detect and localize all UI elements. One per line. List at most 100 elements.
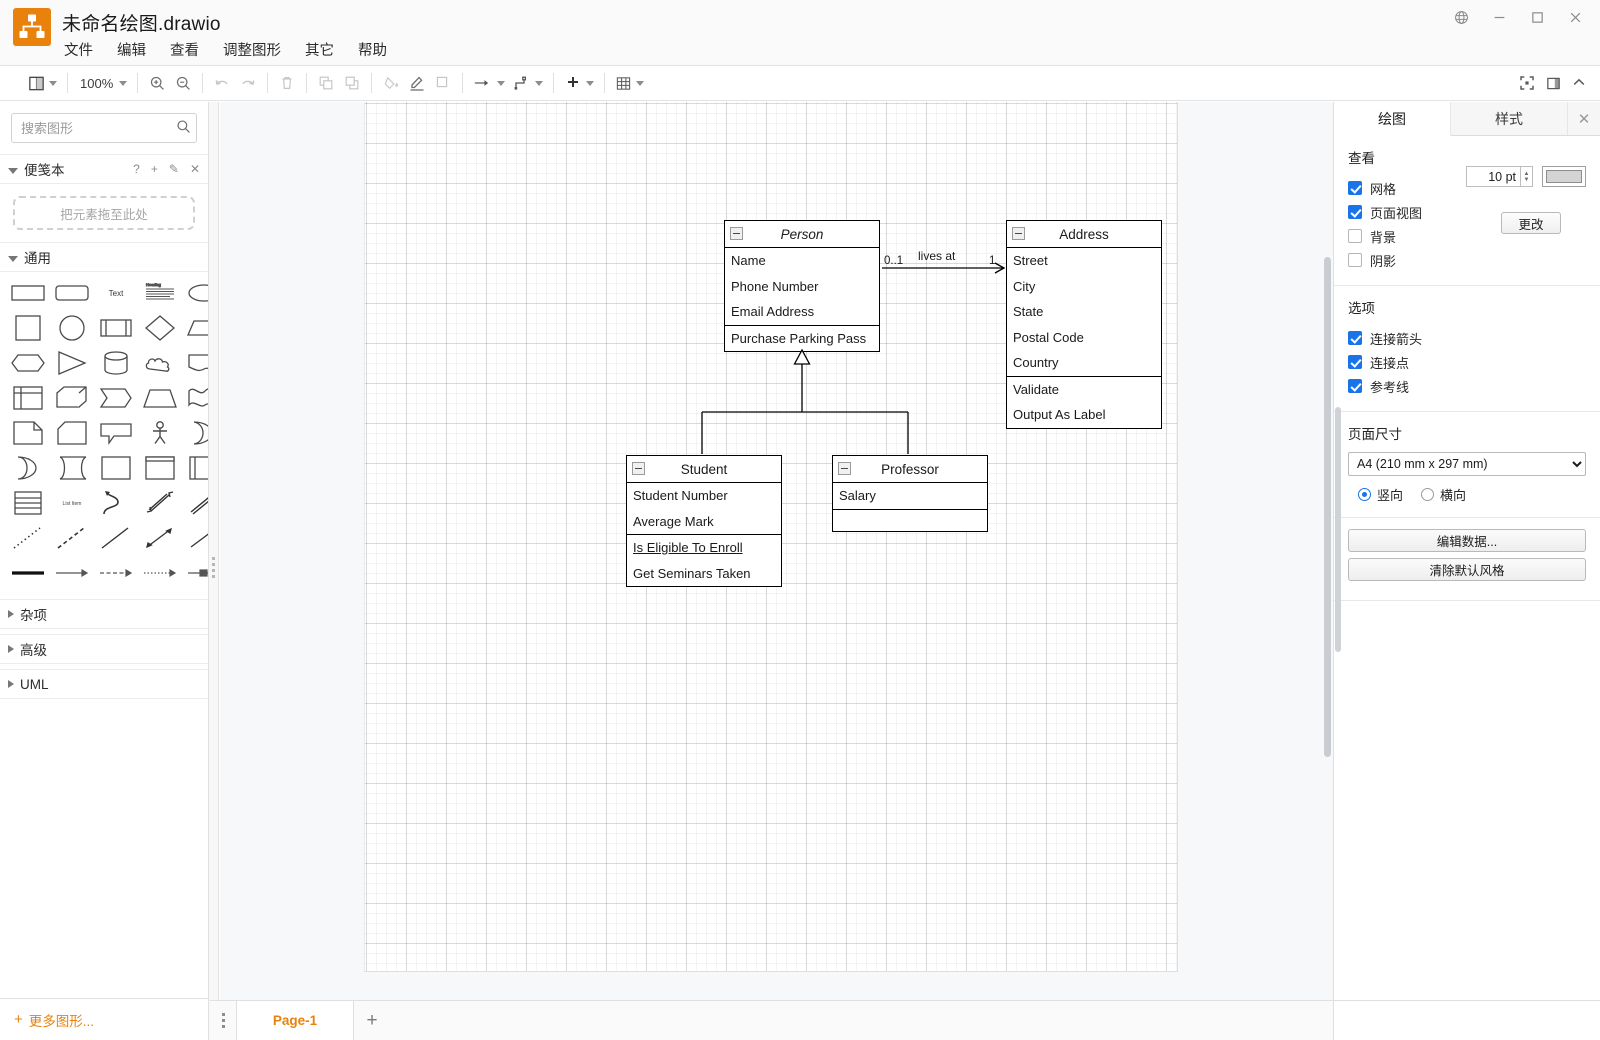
uml-attribute[interactable]: Email Address — [725, 299, 879, 325]
delete-button[interactable] — [274, 69, 300, 97]
uml-attribute[interactable]: Street — [1007, 248, 1161, 274]
shape-diamond[interactable] — [142, 315, 178, 341]
uml-methods-empty[interactable] — [833, 510, 987, 531]
shape-cube[interactable] — [54, 385, 90, 411]
to-front-button[interactable] — [313, 69, 339, 97]
uml-class-address[interactable]: AddressStreetCityStatePostal CodeCountry… — [1006, 220, 1162, 429]
edge-generalization[interactable] — [702, 350, 908, 454]
shape-internal-storage[interactable] — [10, 385, 46, 411]
shape-dashed-connector[interactable] — [98, 560, 134, 586]
shape-dotted-connector[interactable] — [142, 560, 178, 586]
connection-arrows-checkbox[interactable] — [1348, 331, 1362, 345]
grid-color-button[interactable] — [1542, 166, 1586, 187]
toggle-format-panel-button[interactable] — [1540, 69, 1566, 97]
shape-callout[interactable] — [98, 420, 134, 446]
shape-note[interactable] — [10, 420, 46, 446]
zoom-out-button[interactable] — [170, 69, 196, 97]
diagram-canvas[interactable]: PersonNamePhone NumberEmail AddressPurch… — [220, 102, 1333, 1012]
tab-diagram[interactable]: 绘图 — [1334, 102, 1451, 136]
shape-process[interactable] — [98, 315, 134, 341]
shape-document[interactable] — [186, 350, 209, 376]
search-input[interactable] — [11, 113, 197, 143]
shape-actor[interactable] — [142, 420, 178, 446]
to-back-button[interactable] — [339, 69, 365, 97]
clear-default-style-button[interactable]: 清除默认风格 — [1348, 558, 1586, 581]
format-panel-scroll-thumb[interactable] — [1335, 407, 1341, 652]
shape-container[interactable] — [98, 455, 134, 481]
shape-square[interactable] — [10, 315, 46, 341]
shape-hexagon[interactable] — [10, 350, 46, 376]
shape-triangle[interactable] — [54, 350, 90, 376]
shape-bidirectional-arrow[interactable] — [142, 490, 178, 516]
minimize-button[interactable] — [1480, 2, 1518, 32]
collapse-icon[interactable] — [838, 462, 851, 475]
fill-color-button[interactable] — [378, 69, 404, 97]
scratchpad-close-icon[interactable]: ✕ — [190, 163, 200, 175]
uml-attribute[interactable]: Country — [1007, 350, 1161, 376]
uml-class-professor[interactable]: ProfessorSalary — [832, 455, 988, 532]
shape-curve[interactable] — [98, 490, 134, 516]
uml-attribute[interactable]: Name — [725, 248, 879, 274]
shape-textbox[interactable]: Heading — [142, 280, 178, 306]
shape-circle[interactable] — [54, 315, 90, 341]
shape-trapezoid[interactable] — [142, 385, 178, 411]
zoom-dropdown[interactable]: 100% — [74, 69, 131, 97]
scratchpad-edit-icon[interactable]: ✎ — [169, 163, 179, 175]
tab-style[interactable]: 样式 — [1451, 102, 1568, 135]
shape-list-item[interactable]: List Item — [54, 490, 90, 516]
more-shapes-button[interactable]: + 更多图形... — [0, 998, 209, 1040]
collapse-toolbar-button[interactable] — [1566, 69, 1592, 97]
language-globe-icon[interactable] — [1442, 2, 1480, 32]
grid-checkbox[interactable] — [1348, 181, 1362, 195]
uml-attribute[interactable]: State — [1007, 299, 1161, 325]
menu-extras[interactable]: 其它 — [303, 38, 336, 61]
uml-attribute[interactable]: Student Number — [627, 483, 781, 509]
uml-class-person[interactable]: PersonNamePhone NumberEmail AddressPurch… — [724, 220, 880, 352]
portrait-radio[interactable] — [1358, 488, 1371, 501]
uml-attribute[interactable]: Postal Code — [1007, 325, 1161, 351]
shape-or[interactable] — [186, 420, 209, 446]
shape-dashed-line[interactable] — [54, 525, 90, 551]
shape-rounded-rectangle[interactable] — [54, 280, 90, 306]
scratchpad-drop-zone[interactable]: 把元素拖至此处 — [13, 196, 195, 230]
collapse-icon[interactable] — [1012, 227, 1025, 240]
page-view-checkbox[interactable] — [1348, 205, 1362, 219]
shape-cylinder[interactable] — [98, 350, 134, 376]
spinner-down-icon[interactable]: ▼ — [1524, 177, 1530, 183]
sidebar-section-scratchpad[interactable]: 便笺本 ? + ✎ ✕ — [0, 154, 208, 184]
shape-rectangle[interactable] — [10, 280, 46, 306]
menu-edit[interactable]: 编辑 — [115, 38, 148, 61]
shape-tape[interactable] — [186, 385, 209, 411]
shape-directional-connector[interactable] — [54, 560, 90, 586]
menu-view[interactable]: 查看 — [168, 38, 201, 61]
page-options-button[interactable] — [210, 1001, 236, 1040]
uml-method[interactable]: Purchase Parking Pass — [725, 326, 879, 352]
collapse-icon[interactable] — [730, 227, 743, 240]
shape-data-storage[interactable] — [54, 455, 90, 481]
sidebar-section-uml[interactable]: UML — [0, 669, 209, 699]
line-color-button[interactable] — [404, 69, 430, 97]
connection-arrow-dropdown[interactable] — [469, 69, 509, 97]
grid-size-input[interactable] — [1466, 166, 1520, 187]
connection-points-checkbox[interactable] — [1348, 355, 1362, 369]
view-dropdown[interactable] — [24, 69, 61, 97]
guides-checkbox[interactable] — [1348, 379, 1362, 393]
uml-method[interactable]: Get Seminars Taken — [627, 561, 781, 587]
shape-link[interactable] — [98, 525, 134, 551]
uml-attribute[interactable]: Average Mark — [627, 509, 781, 535]
close-button[interactable] — [1556, 2, 1594, 32]
uml-attribute[interactable]: Salary — [833, 483, 987, 509]
collapse-icon[interactable] — [632, 462, 645, 475]
shape-list[interactable] — [10, 490, 46, 516]
shape-text[interactable]: Text — [98, 280, 134, 306]
page-size-select[interactable]: A4 (210 mm x 297 mm)A5 (148 mm x 210 mm)… — [1348, 452, 1586, 476]
uml-method[interactable]: Is Eligible To Enroll — [627, 535, 781, 561]
shape-horizontal-container[interactable] — [186, 455, 209, 481]
landscape-radio[interactable] — [1421, 488, 1434, 501]
table-dropdown[interactable] — [611, 69, 648, 97]
sidebar-section-misc[interactable]: 杂项 — [0, 599, 209, 629]
redo-button[interactable] — [235, 69, 261, 97]
shape-arrow[interactable] — [186, 490, 209, 516]
shape-ellipse[interactable] — [186, 280, 209, 306]
uml-method[interactable]: Output As Label — [1007, 402, 1161, 428]
